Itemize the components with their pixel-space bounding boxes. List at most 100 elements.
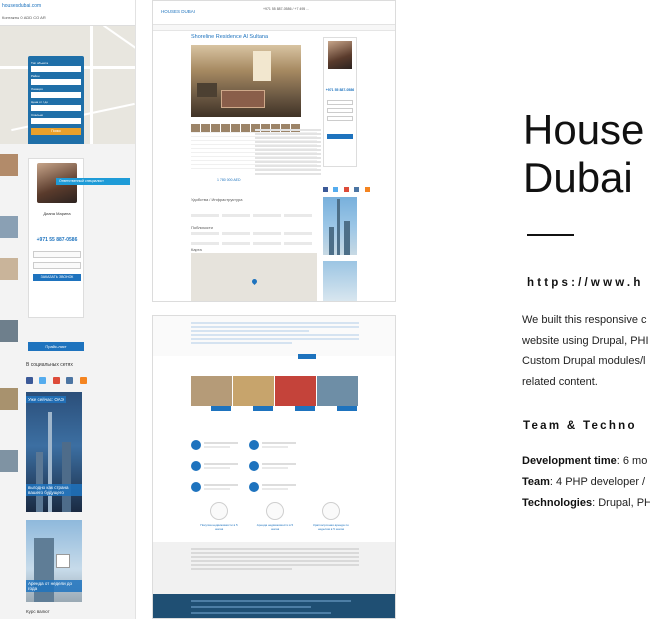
project-description: We built this responsive c website using…: [522, 310, 649, 392]
name-field[interactable]: [33, 251, 81, 258]
filter-select[interactable]: [31, 105, 81, 111]
site-footer: [153, 594, 395, 618]
title-line: House: [523, 106, 645, 153]
rent-banner[interactable]: Аренда от недели до года: [26, 520, 82, 602]
filter-label: Локация: [31, 87, 43, 91]
property-photo[interactable]: [191, 45, 301, 117]
vk-icon[interactable]: [66, 377, 74, 384]
info-label: Team: [522, 476, 550, 488]
service-item[interactable]: [249, 480, 299, 496]
about-section: [153, 542, 395, 594]
property-card[interactable]: [191, 376, 232, 420]
step-label: Аренда недвижимости в 5 шагов: [256, 523, 294, 531]
dubai-banner[interactable]: Уже сейчас: ОАЭ выгодно как страна вашег…: [26, 392, 82, 512]
property-thumb[interactable]: [0, 320, 18, 342]
news-list: [191, 322, 359, 346]
property-card[interactable]: [317, 376, 358, 420]
filter-select[interactable]: [31, 118, 81, 124]
submit-button[interactable]: [327, 134, 353, 139]
filter-select[interactable]: [31, 92, 81, 98]
phone-field[interactable]: [327, 108, 353, 113]
twitter-icon[interactable]: [39, 377, 47, 384]
dubai-banner[interactable]: [323, 197, 357, 255]
service-item[interactable]: [191, 480, 241, 496]
property-thumb[interactable]: [0, 388, 18, 410]
title-line: Dubai: [523, 154, 633, 201]
service-item[interactable]: [249, 438, 299, 454]
team-heading: Team & Techno: [523, 420, 637, 432]
description-line: website using Drupal, PHI: [522, 334, 649, 347]
phone-field[interactable]: [33, 262, 81, 269]
service-item[interactable]: [191, 459, 241, 475]
info-value: : 6 mo: [616, 455, 648, 467]
property-price: 1 780 000 AED: [217, 178, 241, 182]
service-item[interactable]: [249, 459, 299, 475]
map-pin-icon[interactable]: [250, 277, 259, 286]
step-rent[interactable]: Аренда недвижимости в 5 шагов: [255, 502, 295, 531]
description-line: related content.: [522, 375, 598, 388]
project-title: House Dubai: [523, 106, 644, 202]
info-value: : Drupal, PH: [592, 497, 650, 509]
odnoklassniki-icon[interactable]: [364, 187, 370, 192]
email-field[interactable]: [327, 116, 353, 121]
featured-properties: [191, 376, 359, 420]
price-list-button[interactable]: Прайс-лист: [28, 342, 84, 351]
social-icons: [323, 179, 371, 197]
agent-name: Диана Марина: [43, 211, 71, 216]
property-map[interactable]: [191, 253, 317, 301]
property-thumb-list: [0, 150, 24, 472]
title-divider: [527, 234, 574, 236]
site-nav: Контакты 0 ADD CO AR: [2, 15, 46, 20]
step-label: Покупка недвижимости в 5 шагов: [200, 523, 238, 531]
property-card[interactable]: [233, 376, 274, 420]
vk-icon[interactable]: [354, 187, 360, 192]
rent-banner[interactable]: [323, 261, 357, 301]
calendar-icon: [322, 502, 340, 520]
main-menu[interactable]: [153, 25, 395, 31]
name-field[interactable]: [327, 100, 353, 105]
call-back-button[interactable]: ЗАКАЗАТЬ ЗВОНОК: [33, 274, 81, 281]
header-phones: +971 55 887-0586 / +7 495 ...: [263, 7, 310, 11]
filter-select[interactable]: [31, 79, 81, 85]
map-view: Тип объекта Район Локация Цена от / до С…: [0, 26, 135, 144]
google-plus-icon[interactable]: [52, 377, 60, 384]
info-label: Development time: [522, 455, 617, 467]
facebook-icon[interactable]: [26, 377, 33, 384]
step-short-rent[interactable]: Краткосрочная аренда по неделям в 5 шаго…: [311, 502, 351, 531]
property-title: Shoreline Residence Al Sultana: [191, 34, 269, 40]
description-line: We built this responsive c: [522, 314, 647, 326]
briefcase-icon: [266, 502, 284, 520]
section-heading: Удобства / Инфраструктура: [191, 197, 243, 202]
agent-photo: [328, 41, 352, 69]
property-thumb[interactable]: [0, 216, 18, 238]
property-thumb[interactable]: [0, 258, 18, 280]
property-card[interactable]: [275, 376, 316, 420]
currency-title: Курс валют: [26, 609, 50, 614]
search-button[interactable]: Поиск: [31, 128, 81, 135]
services-grid: [191, 438, 359, 501]
property-thumb[interactable]: [0, 154, 18, 176]
google-plus-icon[interactable]: [343, 187, 349, 192]
project-url[interactable]: https://www.h: [527, 277, 644, 289]
service-item[interactable]: [191, 438, 241, 454]
agent-phone[interactable]: +971 55 887-0586: [31, 237, 83, 243]
filter-select[interactable]: [31, 66, 81, 72]
site-logo[interactable]: HOUSES DUBAI: [161, 9, 195, 14]
key-icon: [210, 502, 228, 520]
twitter-icon[interactable]: [333, 187, 339, 192]
site-brand: housesdubai.com: [2, 3, 42, 9]
odnoklassniki-icon[interactable]: [79, 377, 87, 384]
property-thumb[interactable]: [0, 450, 18, 472]
filter-label: Спальни: [31, 113, 44, 117]
facebook-icon[interactable]: [323, 187, 328, 192]
banner-caption: выгодно как страна вашего будущего: [26, 484, 82, 496]
section-heading: Карта: [191, 247, 202, 252]
agent-phone[interactable]: +971 55 887-0586: [325, 88, 355, 92]
more-news-button[interactable]: [298, 354, 316, 359]
info-value: : 4 PHP developer /: [549, 476, 646, 488]
steps-row: Покупка недвижимости в 5 шагов Аренда не…: [191, 502, 359, 531]
step-buy[interactable]: Покупка недвижимости в 5 шагов: [199, 502, 239, 531]
banner-caption: Уже сейчас: ОАЭ: [26, 396, 66, 403]
filter-label: Цена от / до: [31, 100, 48, 104]
agent-card: +971 55 887-0586: [323, 37, 357, 167]
